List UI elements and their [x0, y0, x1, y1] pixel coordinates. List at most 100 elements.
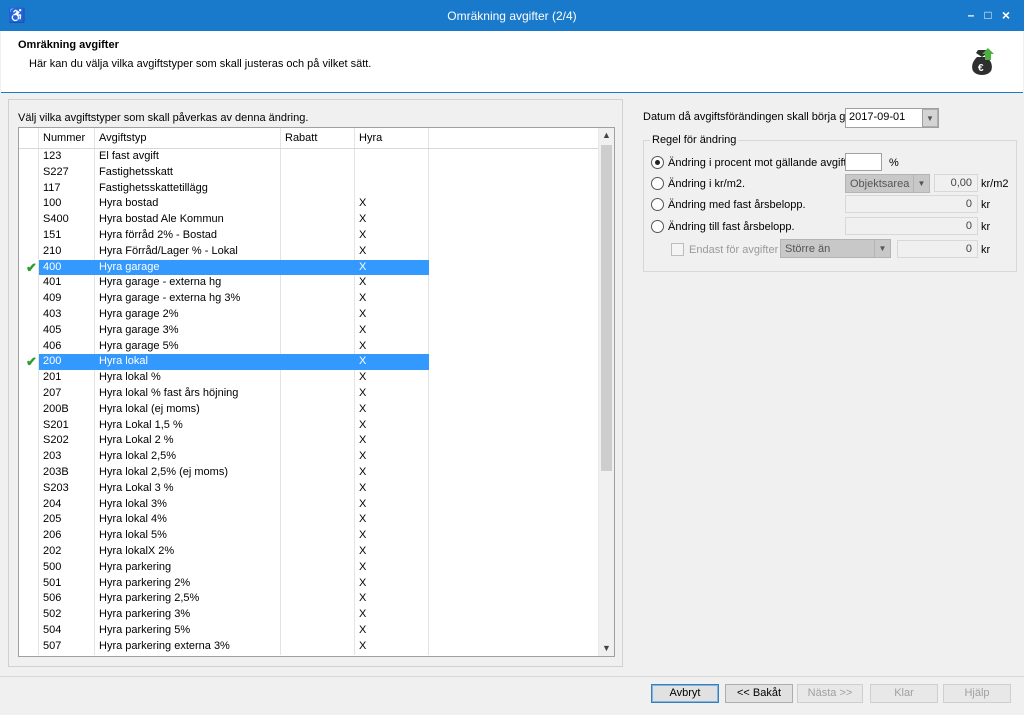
table-row[interactable]: 210 Hyra Förråd/Lager % - Lokal X	[19, 243, 599, 260]
row-check[interactable]	[19, 543, 39, 560]
table-row[interactable]: 405 Hyra garage 3% X	[19, 322, 599, 339]
row-fee-type[interactable]: Hyra Lokal 2 %	[95, 433, 281, 450]
row-check[interactable]	[19, 338, 39, 355]
header-fee-type[interactable]: Avgiftstyp	[95, 128, 281, 148]
help-button[interactable]: Hjälp	[943, 684, 1011, 703]
row-fee-type[interactable]: Hyra garage 2%	[95, 306, 281, 323]
table-row[interactable]: 403 Hyra garage 2% X	[19, 306, 599, 323]
row-number[interactable]: 151	[39, 227, 95, 244]
row-number[interactable]: 501	[39, 575, 95, 592]
row-number[interactable]: 205	[39, 512, 95, 529]
row-fee-type[interactable]: Fastighetsskattetillägg	[95, 180, 281, 197]
row-fee-type[interactable]: Hyra garage - externa hg	[95, 275, 281, 292]
row-check[interactable]	[19, 417, 39, 434]
row-discount[interactable]	[281, 243, 355, 260]
row-check[interactable]	[19, 212, 39, 228]
checkmark-icon[interactable]: ✔	[23, 354, 37, 369]
row-check[interactable]	[19, 512, 39, 529]
table-row[interactable]: S203 Hyra Lokal 3 % X	[19, 480, 599, 497]
start-date-picker[interactable]: 2017-09-01 ▼	[845, 108, 939, 128]
row-discount[interactable]	[281, 149, 355, 165]
row-check[interactable]	[19, 275, 39, 292]
radio-percent[interactable]	[651, 156, 664, 169]
table-row[interactable]: 205 Hyra lokal 4% X	[19, 512, 599, 529]
row-rent[interactable]: X	[355, 638, 429, 655]
row-check[interactable]	[19, 196, 39, 213]
table-row[interactable]: 117 Fastighetsskattetillägg	[19, 180, 599, 197]
row-check[interactable]	[19, 227, 39, 244]
close-button[interactable]: ×	[996, 6, 1016, 24]
finish-button[interactable]: Klar	[870, 684, 938, 703]
header-number[interactable]: Nummer	[39, 128, 95, 148]
row-rent[interactable]: X	[355, 512, 429, 529]
row-discount[interactable]	[281, 543, 355, 560]
radio-fixed-amount[interactable]	[651, 220, 664, 233]
row-discount[interactable]	[281, 575, 355, 592]
row-fee-type[interactable]: Hyra parkering externa 3%	[95, 638, 281, 655]
row-number[interactable]: 204	[39, 496, 95, 513]
row-discount[interactable]	[281, 212, 355, 228]
row-check[interactable]	[19, 306, 39, 323]
row-number[interactable]: S202	[39, 433, 95, 450]
table-row[interactable]: 151 Hyra förråd 2% - Bostad X	[19, 227, 599, 244]
row-check[interactable]	[19, 559, 39, 576]
row-check[interactable]	[19, 180, 39, 197]
table-row[interactable]: 206 Hyra lokal 5% X	[19, 528, 599, 544]
row-check[interactable]	[19, 370, 39, 386]
row-fee-type[interactable]: Hyra Lokal 1,5 %	[95, 417, 281, 434]
row-discount[interactable]	[281, 638, 355, 655]
row-check[interactable]	[19, 401, 39, 418]
table-row[interactable]: S227 Fastighetsskatt	[19, 164, 599, 181]
row-discount[interactable]	[281, 338, 355, 355]
row-discount[interactable]	[281, 227, 355, 244]
row-discount[interactable]	[281, 464, 355, 481]
row-check[interactable]	[19, 243, 39, 260]
row-fee-type[interactable]: Hyra bostad	[95, 196, 281, 213]
table-row[interactable]: ✔ 400 Hyra garage X	[19, 259, 599, 276]
table-row[interactable]: 500 Hyra parkering X	[19, 559, 599, 576]
row-discount[interactable]	[281, 622, 355, 639]
row-check[interactable]	[19, 291, 39, 307]
row-rent[interactable]: X	[355, 370, 429, 386]
table-row[interactable]: 200B Hyra lokal (ej moms) X	[19, 401, 599, 418]
row-rent[interactable]: X	[355, 464, 429, 481]
row-fee-type[interactable]: Hyra parkering 2%	[95, 575, 281, 592]
row-number[interactable]: 200B	[39, 401, 95, 418]
fixed-change-input[interactable]: 0	[845, 195, 978, 213]
row-discount[interactable]	[281, 370, 355, 386]
row-rent[interactable]: X	[355, 401, 429, 418]
row-check[interactable]	[19, 322, 39, 339]
row-rent[interactable]: X	[355, 622, 429, 639]
row-discount[interactable]	[281, 385, 355, 402]
table-row[interactable]: 507 Hyra parkering externa 3% X	[19, 638, 599, 655]
row-number[interactable]: 500	[39, 559, 95, 576]
row-number[interactable]: 400	[39, 259, 95, 276]
row-rent[interactable]	[355, 149, 429, 165]
radio-fixed-amount-label[interactable]: Ändring till fast årsbelopp.	[668, 221, 795, 233]
table-row[interactable]: 201 Hyra lokal % X	[19, 370, 599, 386]
row-discount[interactable]	[281, 607, 355, 623]
chevron-down-icon[interactable]: ▼	[913, 175, 929, 192]
row-number[interactable]: 406	[39, 338, 95, 355]
row-number[interactable]: S203	[39, 480, 95, 497]
row-discount[interactable]	[281, 512, 355, 529]
row-number[interactable]: 202	[39, 543, 95, 560]
row-rent[interactable]: X	[355, 433, 429, 450]
row-rent[interactable]: X	[355, 354, 429, 371]
table-row[interactable]: 204 Hyra lokal 3% X	[19, 496, 599, 513]
row-rent[interactable]: X	[355, 480, 429, 497]
row-number[interactable]: 403	[39, 306, 95, 323]
row-rent[interactable]: X	[355, 417, 429, 434]
table-row[interactable]: 203B Hyra lokal 2,5% (ej moms) X	[19, 464, 599, 481]
row-discount[interactable]	[281, 275, 355, 292]
scroll-thumb[interactable]	[601, 145, 612, 471]
row-fee-type[interactable]: Hyra lokal %	[95, 370, 281, 386]
table-row[interactable]: 502 Hyra parkering 3% X	[19, 607, 599, 623]
grid-scrollbar[interactable]: ▲ ▼	[598, 128, 614, 656]
row-fee-type[interactable]: Hyra förråd 2% - Bostad	[95, 227, 281, 244]
row-rent[interactable]: X	[355, 543, 429, 560]
row-rent[interactable]: X	[355, 385, 429, 402]
row-check[interactable]: ✔	[19, 259, 39, 276]
row-fee-type[interactable]: Hyra bostad Ale Kommun	[95, 212, 281, 228]
row-number[interactable]: 210	[39, 243, 95, 260]
